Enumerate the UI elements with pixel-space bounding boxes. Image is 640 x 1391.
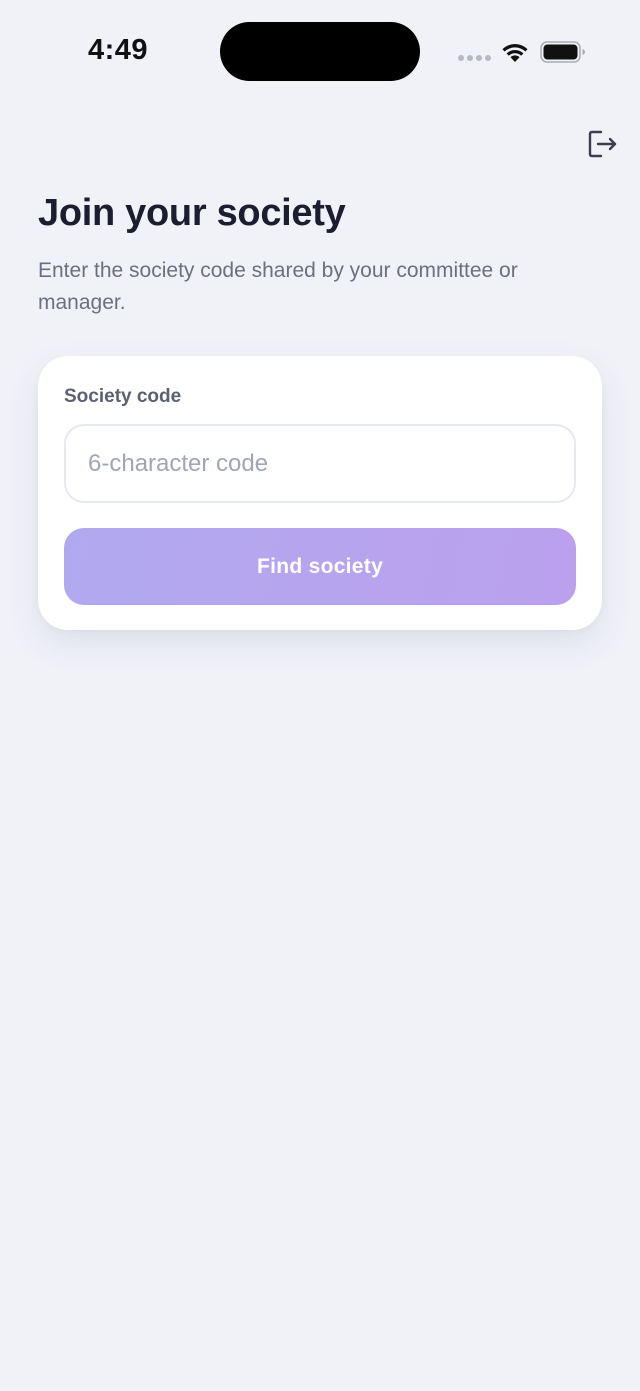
join-society-card: Society code Find society (38, 356, 602, 630)
society-code-label: Society code (64, 386, 182, 407)
logout-button[interactable] (582, 124, 622, 164)
signal-dots-icon (458, 55, 491, 61)
page-subtitle: Enter the society code shared by your co… (38, 259, 518, 314)
battery-icon (540, 41, 585, 63)
status-time: 4:49 (88, 34, 149, 66)
dynamic-island (220, 22, 420, 81)
society-code-input[interactable] (64, 424, 576, 503)
logout-icon (588, 130, 617, 158)
page-title: Join your society (38, 192, 346, 234)
find-society-button[interactable]: Find society (64, 528, 576, 605)
status-bar: 4:49 (0, 0, 640, 104)
wifi-icon (502, 44, 528, 62)
join-society-screen: 4:49 Join your society Enter the society… (0, 0, 640, 1391)
